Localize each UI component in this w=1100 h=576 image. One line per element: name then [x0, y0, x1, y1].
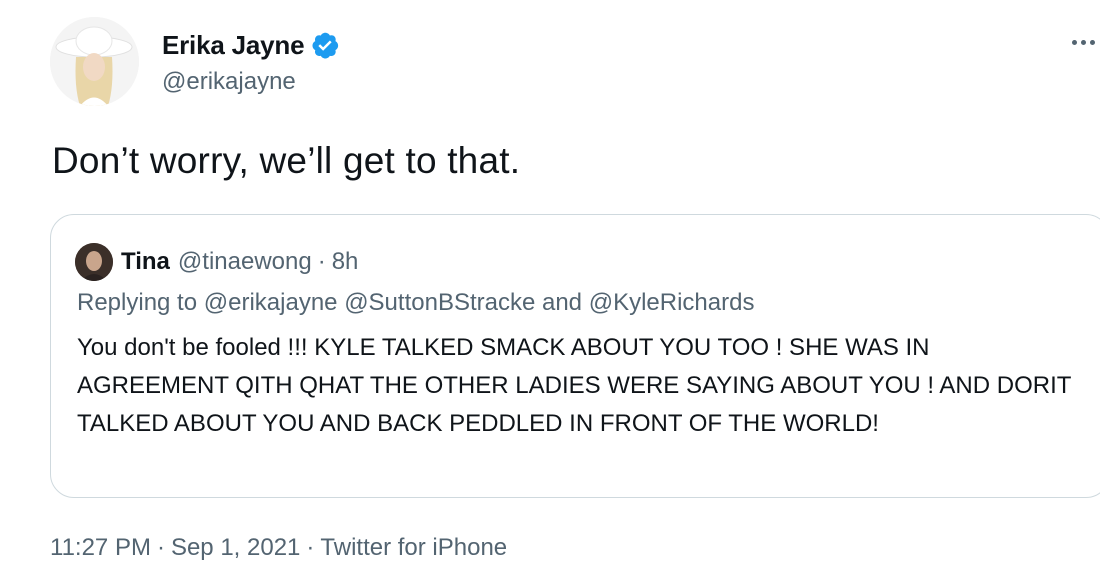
quoted-tweet-header: Tina @tinaewong · 8h [75, 243, 358, 281]
author-block: Erika Jayne @erikajayne [162, 28, 340, 96]
author-display-name[interactable]: Erika Jayne [162, 30, 305, 61]
tweet-card: Erika Jayne @erikajayne Don’t worry, we’… [0, 0, 1100, 576]
avatar-image [50, 17, 139, 106]
tweet-date[interactable]: Sep 1, 2021 [171, 534, 300, 561]
quoted-tweet-text: You don't be fooled !!! KYLE TALKED SMAC… [77, 334, 1071, 437]
tweet-source[interactable]: Twitter for iPhone [320, 534, 507, 561]
separator: · [156, 534, 165, 561]
quoted-timestamp: 8h [331, 248, 359, 275]
verified-badge-icon [310, 30, 340, 60]
replying-to-line: Replying to @erikajayne @SuttonBStracke … [77, 289, 754, 317]
tweet-metadata: 11:27 PM · Sep 1, 2021 · Twitter for iPhone [50, 534, 507, 562]
mention-link[interactable]: @erikajayne [204, 289, 338, 316]
separator: · [306, 534, 315, 561]
tweet-time[interactable]: 11:27 PM [50, 534, 151, 561]
more-options-icon[interactable] [1072, 36, 1100, 48]
quoted-author-handle: @tinaewong [177, 248, 312, 275]
tweet-text: Don’t worry, we’ll get to that. [52, 140, 521, 181]
mention-link[interactable]: @KyleRichards [589, 289, 755, 316]
author-handle[interactable]: @erikajayne [162, 68, 340, 96]
separator: · [317, 248, 326, 275]
replying-prefix: Replying to [77, 289, 198, 316]
quoted-author-name: Tina [121, 248, 170, 275]
quoted-author-avatar [75, 243, 113, 281]
replying-and: and [541, 289, 583, 316]
author-avatar[interactable] [50, 17, 139, 106]
mention-link[interactable]: @SuttonBStracke [344, 289, 535, 316]
quoted-tweet[interactable]: Tina @tinaewong · 8h Replying to @erikaj… [50, 214, 1100, 498]
